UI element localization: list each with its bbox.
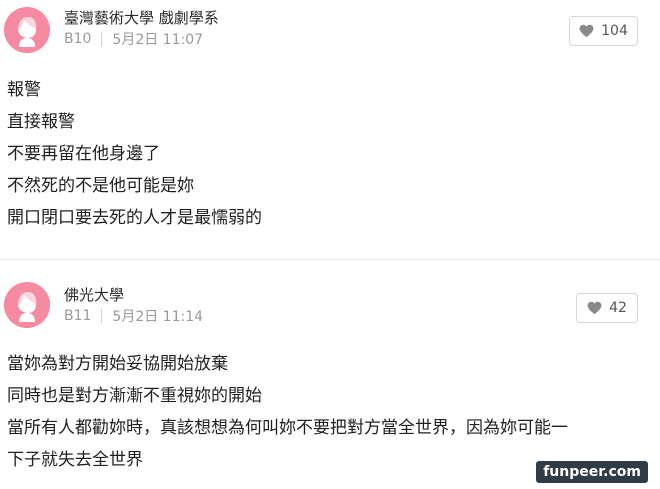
like-button[interactable]: 104 xyxy=(569,16,638,46)
comment-line: 不要再留在他身邊了 xyxy=(7,144,160,164)
meta-divider xyxy=(101,32,103,46)
comment-meta: B11 5月2日 11:14 xyxy=(64,306,203,326)
author-name[interactable]: 臺灣藝術大學 戲劇學系 xyxy=(64,7,219,28)
like-count: 42 xyxy=(609,300,627,316)
comment-line: 當妳為對方開始妥協開始放棄 xyxy=(7,354,228,374)
comment-line: 同時也是對方漸漸不重視妳的開始 xyxy=(7,386,262,406)
heart-icon xyxy=(587,301,602,315)
comment-body: 報警 直接報警 不要再留在他身邊了 不然死的不是他可能是妳 開口閉口要去死的人才… xyxy=(7,74,262,234)
comment-line: 下子就失去全世界 xyxy=(7,450,143,470)
comment-body: 當妳為對方開始妥協開始放棄 同時也是對方漸漸不重視妳的開始 當所有人都勸妳時，真… xyxy=(7,348,568,476)
comment-line: 不然死的不是他可能是妳 xyxy=(7,176,194,196)
heart-icon xyxy=(579,24,594,38)
comment-line: 開口閉口要去死的人才是最懦弱的 xyxy=(7,208,262,228)
comment-line: 直接報警 xyxy=(7,112,75,132)
comment-meta: B10 5月2日 11:07 xyxy=(64,29,203,49)
comment-line: 報警 xyxy=(7,80,41,100)
comment-divider xyxy=(0,259,660,260)
post-time: 5月2日 11:14 xyxy=(112,309,204,325)
floor-number: B10 xyxy=(64,31,92,47)
author-name[interactable]: 佛光大學 xyxy=(64,284,124,305)
female-avatar-icon[interactable] xyxy=(4,282,50,328)
female-avatar-icon[interactable] xyxy=(4,7,50,53)
like-count: 104 xyxy=(601,23,628,39)
comment-b11: 佛光大學 B11 5月2日 11:14 42 當妳為對方開始妥協開始放棄 同時也… xyxy=(0,262,660,489)
watermark: funpeer.com xyxy=(536,461,648,483)
comment-b10: 臺灣藝術大學 戲劇學系 B10 5月2日 11:07 104 報警 直接報警 不… xyxy=(0,0,660,258)
post-time: 5月2日 11:07 xyxy=(112,32,204,48)
comment-line: 當所有人都勸妳時，真該想想為何叫妳不要把對方當全世界，因為妳可能一 xyxy=(7,418,568,438)
like-button[interactable]: 42 xyxy=(576,293,638,323)
floor-number: B11 xyxy=(64,308,92,324)
meta-divider xyxy=(101,309,103,323)
